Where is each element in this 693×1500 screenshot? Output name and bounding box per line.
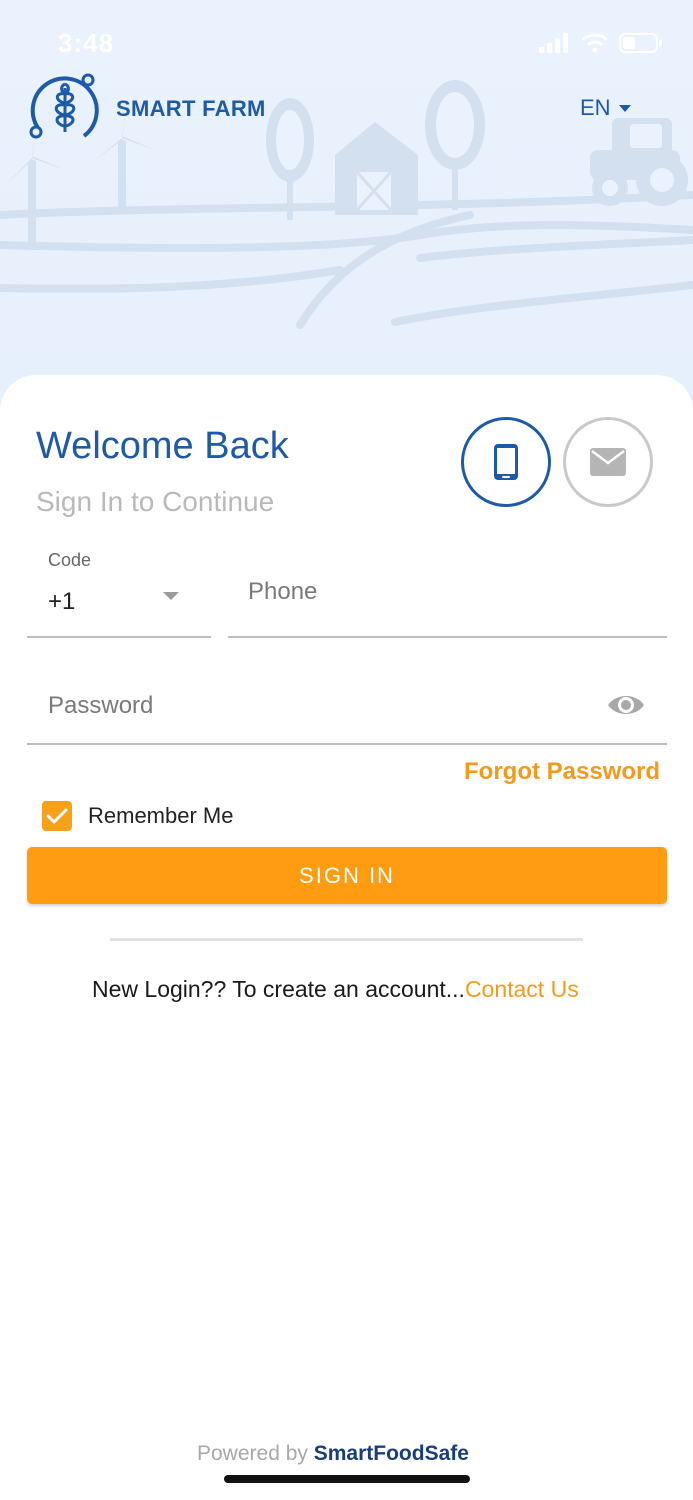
powered-by-footer: Powered by SmartFoodSafe [197,1442,469,1466]
status-icons [539,32,663,54]
page-subtitle: Sign In to Continue [36,486,275,517]
password-field-underline [27,743,667,745]
brand-name: SMART FARM [116,96,266,121]
remember-me-label: Remember Me [88,803,234,828]
envelope-icon [590,448,626,476]
divider [110,938,583,941]
sign-in-button[interactable]: SIGN IN [27,847,667,904]
signal-icon [539,33,568,53]
battery-icon [619,33,662,53]
password-input[interactable] [48,686,588,726]
page-title: Welcome Back [36,425,289,467]
country-code-value: +1 [48,588,76,615]
contact-us-link[interactable]: Contact Us [465,976,579,1002]
company-name: SmartFoodSafe [313,1442,469,1465]
status-time: 3:48 [58,28,115,58]
wheat-logo-icon [29,73,99,139]
forgot-password-link[interactable]: Forgot Password [464,758,660,786]
dropdown-caret-icon [163,592,179,600]
language-label: EN [580,95,611,120]
phone-field-underline [228,636,667,638]
wifi-icon [581,33,609,53]
language-selector[interactable]: EN [580,95,631,121]
new-account-prompt: New Login?? To create an account...Conta… [92,976,579,1003]
phone-input[interactable] [248,572,648,612]
powered-by-label: Powered by [197,1442,308,1465]
checkmark-icon [46,808,68,824]
home-indicator[interactable] [224,1475,470,1483]
brand-logo: SMART FARM [26,70,266,148]
phone-login-mode-button[interactable] [461,417,551,507]
country-code-label: Code [48,550,92,570]
new-login-text: New Login?? To create an account... [92,976,465,1002]
remember-me-toggle[interactable]: Remember Me [42,801,233,831]
caret-down-icon [618,104,631,112]
smartphone-icon [494,444,518,480]
email-login-mode-button[interactable] [563,417,653,507]
eye-icon[interactable] [606,690,646,720]
code-field-underline [27,636,211,638]
remember-me-checkbox[interactable] [42,801,72,831]
